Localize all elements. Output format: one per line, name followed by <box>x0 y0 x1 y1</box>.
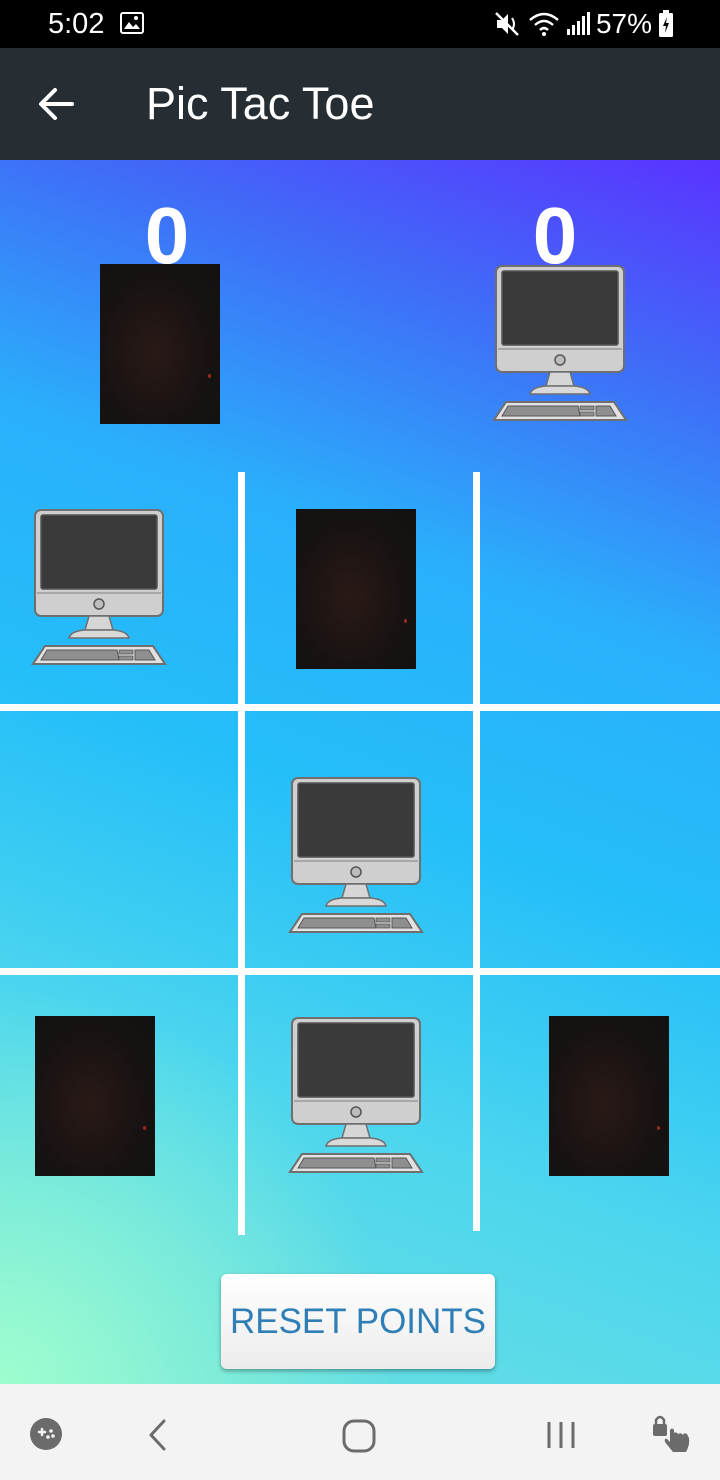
status-time: 5:02 <box>48 8 105 40</box>
computer-icon <box>492 264 628 424</box>
grid-line-horizontal-bottom <box>0 968 720 975</box>
board-cell-6[interactable] <box>482 712 710 940</box>
grid-line-vertical-left <box>238 472 245 1235</box>
arrow-left-icon[interactable] <box>36 84 76 124</box>
grid-line-horizontal-top <box>0 704 720 711</box>
cell-5-computer-icon <box>288 776 424 936</box>
game-launcher-icon[interactable] <box>28 1416 64 1452</box>
signal-icon <box>566 12 590 35</box>
board-cell-4[interactable] <box>0 712 228 940</box>
navigation-bar <box>0 1384 720 1480</box>
grid-line-vertical-right <box>473 472 480 1231</box>
cell-7-player-photo <box>35 1016 155 1176</box>
cell-8-computer-icon <box>288 1016 424 1176</box>
back-chevron-icon[interactable] <box>146 1418 170 1452</box>
game-area: 0 0 RESET POINTS <box>0 160 720 1384</box>
cell-9-player-photo <box>549 1016 669 1176</box>
battery-percentage: 57% <box>595 8 652 39</box>
reset-points-button[interactable]: RESET POINTS <box>221 1274 495 1369</box>
touch-lock-icon[interactable] <box>650 1412 694 1456</box>
mute-icon <box>495 12 519 36</box>
gallery-icon <box>120 12 144 34</box>
battery-icon <box>659 10 673 37</box>
home-icon[interactable] <box>341 1418 377 1454</box>
board-cell-3[interactable] <box>482 472 710 700</box>
status-bar: 5:02 57% <box>0 0 720 48</box>
app-title: Pic Tac Toe <box>146 78 375 129</box>
recents-icon[interactable] <box>545 1420 577 1450</box>
status-icons: 57% <box>494 6 674 42</box>
wifi-icon <box>529 12 559 36</box>
player-photo-avatar <box>100 264 220 424</box>
cell-1-computer-icon <box>31 508 167 668</box>
cell-2-player-photo <box>296 509 416 669</box>
app-bar: Pic Tac Toe <box>0 48 720 160</box>
